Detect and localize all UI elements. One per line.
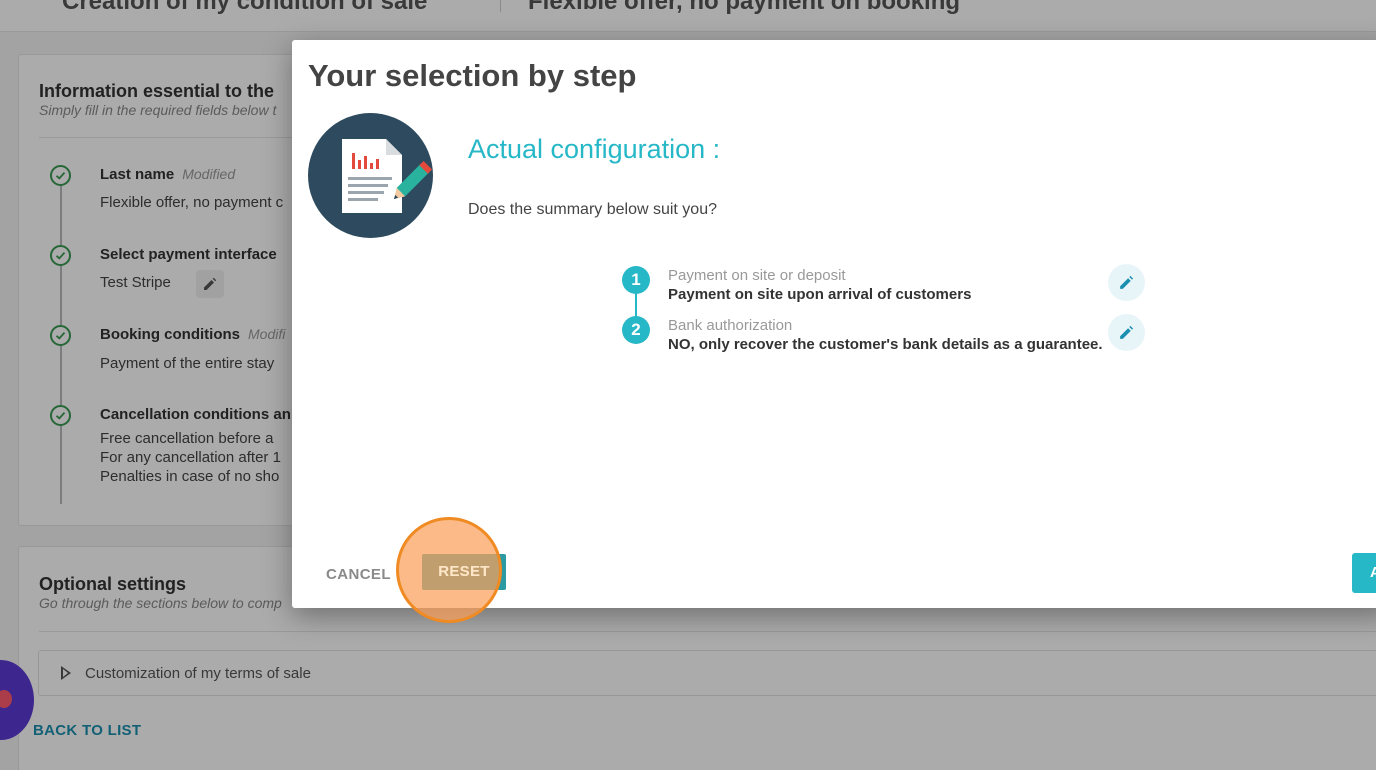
step-value: NO, only recover the customer's bank det… [668,336,1103,353]
configuration-title: Actual configuration : [468,134,721,164]
step-number-badge: 2 [622,316,650,344]
cancel-button[interactable]: CANCEL [312,560,405,589]
pencil-icon [1120,275,1134,289]
step-summary-list: 1 Payment on site or deposit Payment on … [622,264,1152,356]
pencil-icon [1120,325,1134,339]
edit-step-2-button[interactable] [1108,314,1145,351]
configuration-question: Does the summary below suit you? [468,201,717,218]
modal-title: Your selection by step [308,58,637,93]
step-caption: Payment on site or deposit [668,267,846,284]
step-value: Payment on site upon arrival of customer… [668,286,972,303]
reset-button-label-highlighted: RESET [438,563,490,580]
selection-modal: Your selection by step Actual configurat… [292,40,1376,623]
document-chart-icon [308,113,433,238]
apply-button-label: A [1370,564,1376,581]
step-number-badge: 1 [622,266,650,294]
apply-button[interactable]: A [1352,553,1376,593]
edit-step-1-button[interactable] [1108,264,1145,301]
step-caption: Bank authorization [668,317,793,334]
